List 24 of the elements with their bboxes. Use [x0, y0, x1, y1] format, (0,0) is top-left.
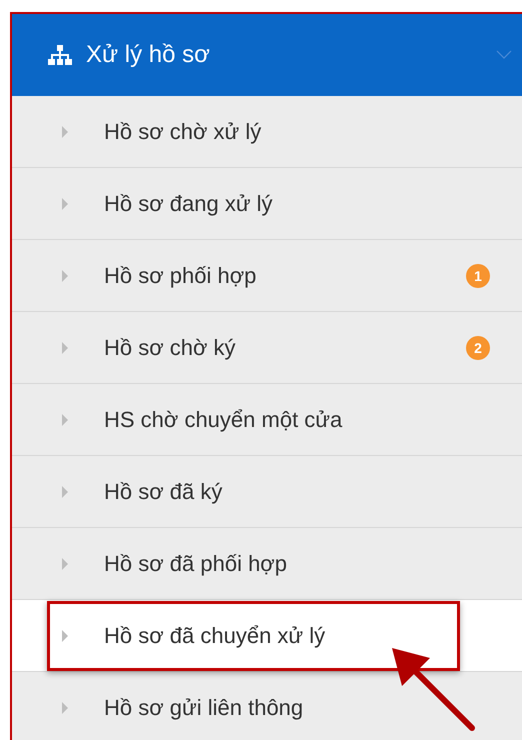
caret-right-icon [62, 702, 68, 714]
caret-right-icon [62, 126, 68, 138]
menu-item-label: Hồ sơ chờ ký [104, 334, 237, 360]
caret-right-icon [62, 630, 68, 642]
chevron-down-icon[interactable] [496, 50, 512, 60]
menu-item[interactable]: Hồ sơ đã chuyển xử lý [12, 600, 522, 672]
menu-item-label: HS chờ chuyển một cửa [104, 406, 344, 432]
caret-right-icon [62, 414, 68, 426]
menu-item-label: Hồ sơ đã phối hợp [104, 550, 288, 576]
caret-right-icon [62, 198, 68, 210]
count-badge: 2 [466, 336, 490, 360]
menu-item-label: Hồ sơ đã chuyển xử lý [104, 622, 326, 648]
caret-right-icon [62, 270, 68, 282]
menu-item-label: Hồ sơ chờ xử lý [104, 118, 262, 144]
menu-item-label: Hồ sơ gửi liên thông [104, 694, 304, 720]
menu-item-label: Hồ sơ đang xử lý [104, 190, 274, 216]
sitemap-icon [48, 45, 72, 65]
menu-item-label: Hồ sơ phối hợp [104, 262, 258, 288]
caret-right-icon [62, 558, 68, 570]
count-badge: 1 [466, 264, 490, 288]
menu-title: Xử lý hồ sơ [86, 41, 211, 69]
caret-right-icon [62, 486, 68, 498]
menu-item-label: Hồ sơ đã ký [104, 478, 224, 504]
caret-right-icon [62, 342, 68, 354]
